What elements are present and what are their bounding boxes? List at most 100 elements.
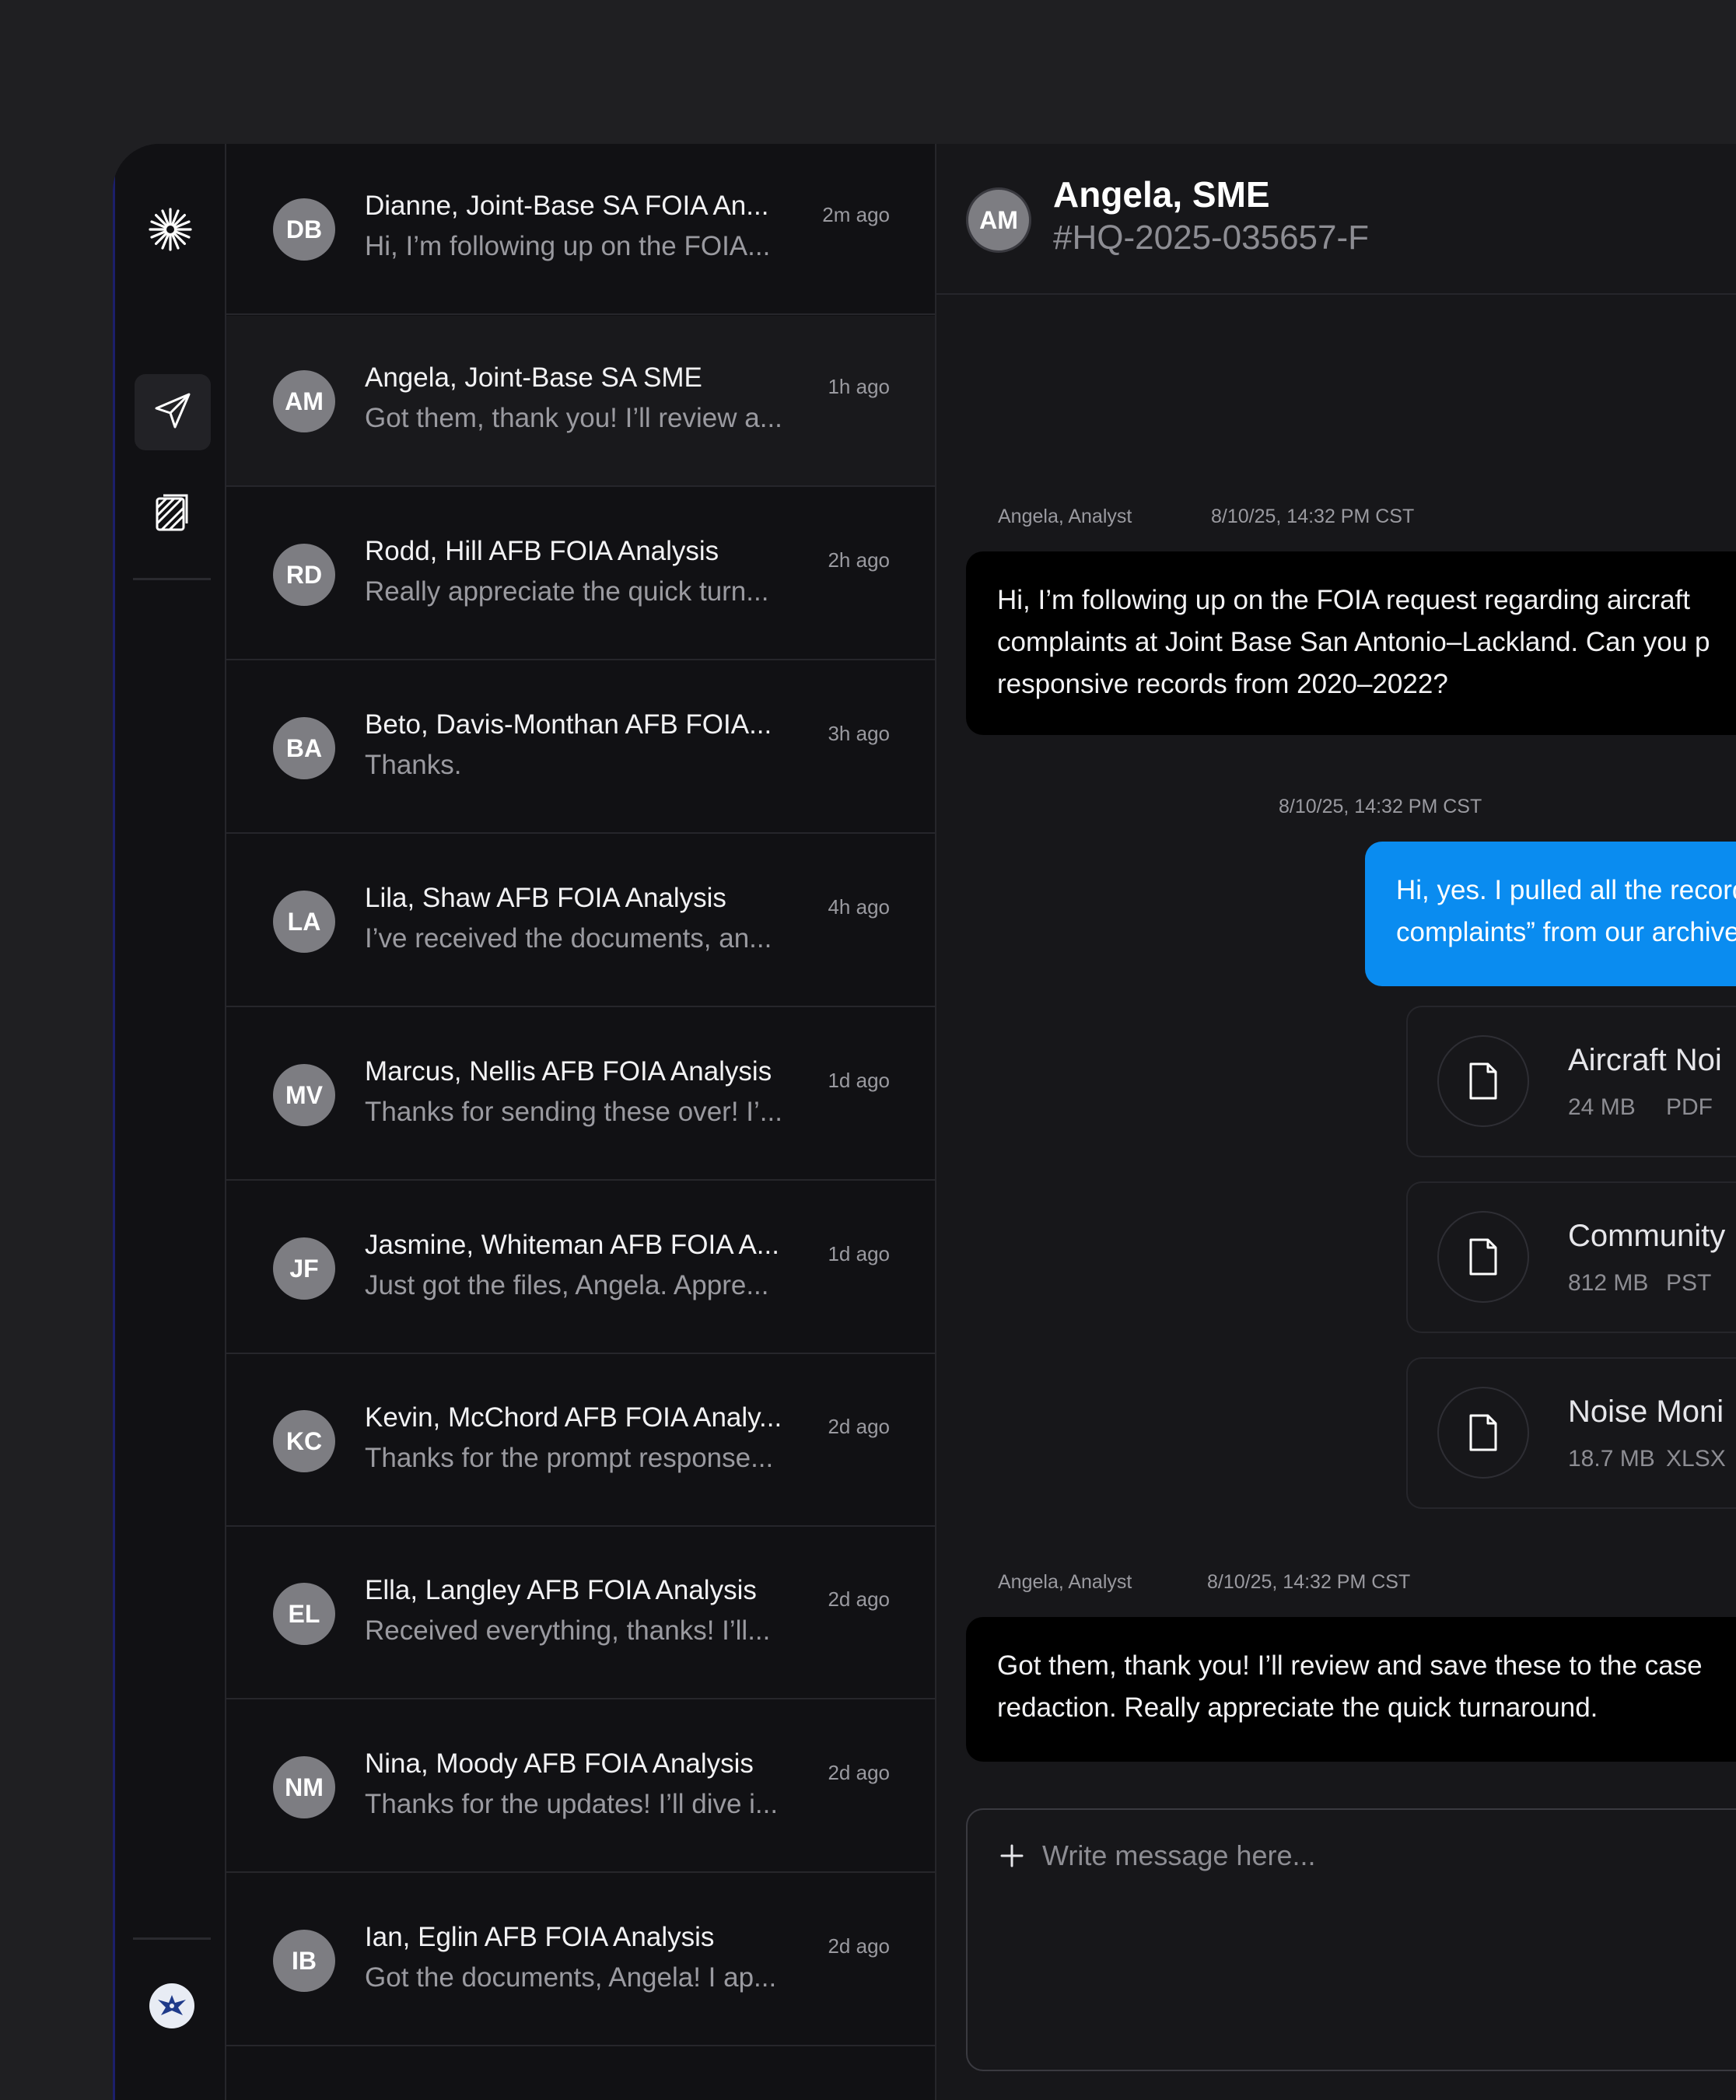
avatar: LA [273,891,335,953]
avatar: EL [273,1583,335,1645]
conversation-preview: Thanks for the updates! I’ll dive i... [365,1789,779,1819]
avatar: JF [273,1237,335,1300]
conversation-name: Kevin, McChord AFB FOIA Analy... [365,1402,782,1433]
conversation-preview: Really appreciate the quick turn... [365,576,769,607]
attachment-size: 24 MB [1568,1094,1636,1120]
conversation-item[interactable]: LA Lila, Shaw AFB FOIA Analysis I’ve rec… [226,836,935,1007]
attachment-type: PST [1666,1270,1712,1296]
avatar: BA [273,717,335,779]
file-icon [1437,1035,1529,1127]
message-line: Got them, thank you! I’ll review and sav… [997,1650,1703,1681]
message-sender: Angela, Analyst [998,506,1132,527]
chat-header: AM Angela, SME #HQ-2025-035657-F [936,144,1736,295]
conversation-item[interactable]: JF Jasmine, Whiteman AFB FOIA A... Just … [226,1183,935,1354]
add-attachment-button[interactable] [999,1843,1025,1869]
message-line: Hi, I’m following up on the FOIA request… [997,585,1690,615]
conversation-time: 2d ago [828,1761,890,1784]
message-line: complaints at Joint Base San Antonio–Lac… [997,627,1710,657]
documents-icon [153,492,192,538]
conversation-name: Dianne, Joint-Base SA FOIA An... [365,191,769,221]
conversation-preview: Thanks. [365,750,462,780]
file-icon [1437,1211,1529,1303]
conversation-time: 1d ago [828,1242,890,1265]
attachment-name: Aircraft Noi [1568,1043,1722,1077]
conversation-preview: I’ve received the documents, an... [365,923,772,954]
conversation-item[interactable]: DB Dianne, Joint-Base SA FOIA An... Hi, … [226,144,935,315]
conversation-preview: Thanks for sending these over! I’... [365,1097,782,1127]
incoming-message: Hi, I’m following up on the FOIA request… [966,551,1736,735]
conversation-name: Lila, Shaw AFB FOIA Analysis [365,883,726,913]
message-line: redaction. Really appreciate the quick t… [997,1692,1598,1723]
conversation-item[interactable]: IB Ian, Eglin AFB FOIA Analysis Got the … [226,1875,935,2046]
conversation-preview: Just got the files, Angela. Appre... [365,1270,769,1300]
file-icon [1437,1387,1529,1479]
attachment-card[interactable]: Aircraft Noi 24 MB PDF [1406,1006,1736,1157]
conversation-preview: Hi, I’m following up on the FOIA... [365,231,771,261]
app-window: DB Dianne, Joint-Base SA FOIA An... Hi, … [113,144,1736,2100]
conversation-name: Rodd, Hill AFB FOIA Analysis [365,536,719,566]
attachment-size: 812 MB [1568,1270,1649,1296]
avatar: RD [273,544,335,606]
conversation-preview: Thanks for the prompt response... [365,1443,774,1473]
plus-icon [999,1844,1025,1872]
conversation-item-active[interactable]: AM Angela, Joint-Base SA SME Got them, t… [226,316,935,487]
avatar: IB [273,1930,335,1992]
case-id: #HQ-2025-035657-F [1053,219,1370,257]
conversation-item[interactable]: RD Rodd, Hill AFB FOIA Analysis Really a… [226,489,935,660]
attachment-name: Community [1568,1219,1726,1253]
conversation-time: 4h ago [828,895,890,919]
avatar: MV [273,1064,335,1126]
message-input[interactable] [1041,1833,1728,1878]
conversation-time: 2h ago [828,548,890,572]
conversation-item[interactable]: NM Nina, Moody AFB FOIA Analysis Thanks … [226,1702,935,1873]
attachment-card[interactable]: Noise Moni 18.7 MB XLSX [1406,1357,1736,1509]
message-timestamp: 8/10/25, 14:32 PM CST [1211,506,1415,527]
attachment-type: PDF [1666,1094,1713,1120]
attachment-card[interactable]: Community 812 MB PST [1406,1181,1736,1333]
nav-send-button[interactable] [135,374,211,450]
message-line: complaints” from our archive. There [1396,917,1736,947]
incoming-message: Got them, thank you! I’ll review and sav… [966,1617,1736,1762]
message-timestamp: 8/10/25, 14:32 PM CST [1279,796,1482,817]
message-line: responsive records from 2020–2022? [997,669,1448,699]
conversation-time: 2m ago [822,203,890,226]
conversation-item[interactable]: EL Ella, Langley AFB FOIA Analysis Recei… [226,1528,935,1699]
avatar: NM [273,1756,335,1818]
avatar: KC [273,1410,335,1472]
conversation-name: Jasmine, Whiteman AFB FOIA A... [365,1230,779,1260]
conversation-preview: Got them, thank you! I’ll review a... [365,403,782,433]
conversation-list: DB Dianne, Joint-Base SA FOIA An... Hi, … [226,144,936,2100]
conversation-time: 2d ago [828,1415,890,1438]
message-sender: Angela, Analyst [998,1571,1132,1593]
attachment-name: Noise Moni [1568,1395,1724,1429]
starburst-icon[interactable] [147,206,194,253]
send-icon [152,390,194,436]
nav-documents-button[interactable] [135,477,211,553]
rail-divider-bottom [133,1937,211,1940]
message-line: Hi, yes. I pulled all the records that r [1396,875,1736,905]
attachment-size: 18.7 MB [1568,1446,1655,1472]
attachment-type: XLSX [1666,1446,1726,1472]
conversation-time: 1h ago [828,375,890,398]
conversation-name: Ella, Langley AFB FOIA Analysis [365,1575,757,1605]
conversation-item[interactable]: KC Kevin, McChord AFB FOIA Analy... Than… [226,1356,935,1527]
message-composer [966,1808,1736,2071]
conversation-time: 3h ago [828,722,890,745]
rail-divider [133,578,211,580]
conversation-time: 2d ago [828,1587,890,1611]
avatar: DB [273,198,335,261]
avatar: AM [966,187,1031,253]
icon-rail [113,144,226,2100]
chat-panel: AM Angela, SME #HQ-2025-035657-F Angela,… [936,144,1736,2100]
conversation-item[interactable]: BA Beto, Davis-Monthan AFB FOIA... Thank… [226,663,935,834]
conversation-name: Marcus, Nellis AFB FOIA Analysis [365,1056,772,1087]
conversation-item[interactable]: MV Marcus, Nellis AFB FOIA Analysis Than… [226,1010,935,1181]
conversation-name: Nina, Moody AFB FOIA Analysis [365,1748,754,1779]
air-force-emblem-icon[interactable] [149,1983,194,2028]
message-timestamp: 8/10/25, 14:32 PM CST [1207,1571,1411,1593]
conversation-time: 2d ago [828,1934,890,1958]
conversation-time: 1d ago [828,1069,890,1092]
conversation-name: Ian, Eglin AFB FOIA Analysis [365,1922,715,1952]
conversation-preview: Received everything, thanks! I’ll... [365,1615,771,1646]
chat-title: Angela, SME [1053,174,1270,215]
